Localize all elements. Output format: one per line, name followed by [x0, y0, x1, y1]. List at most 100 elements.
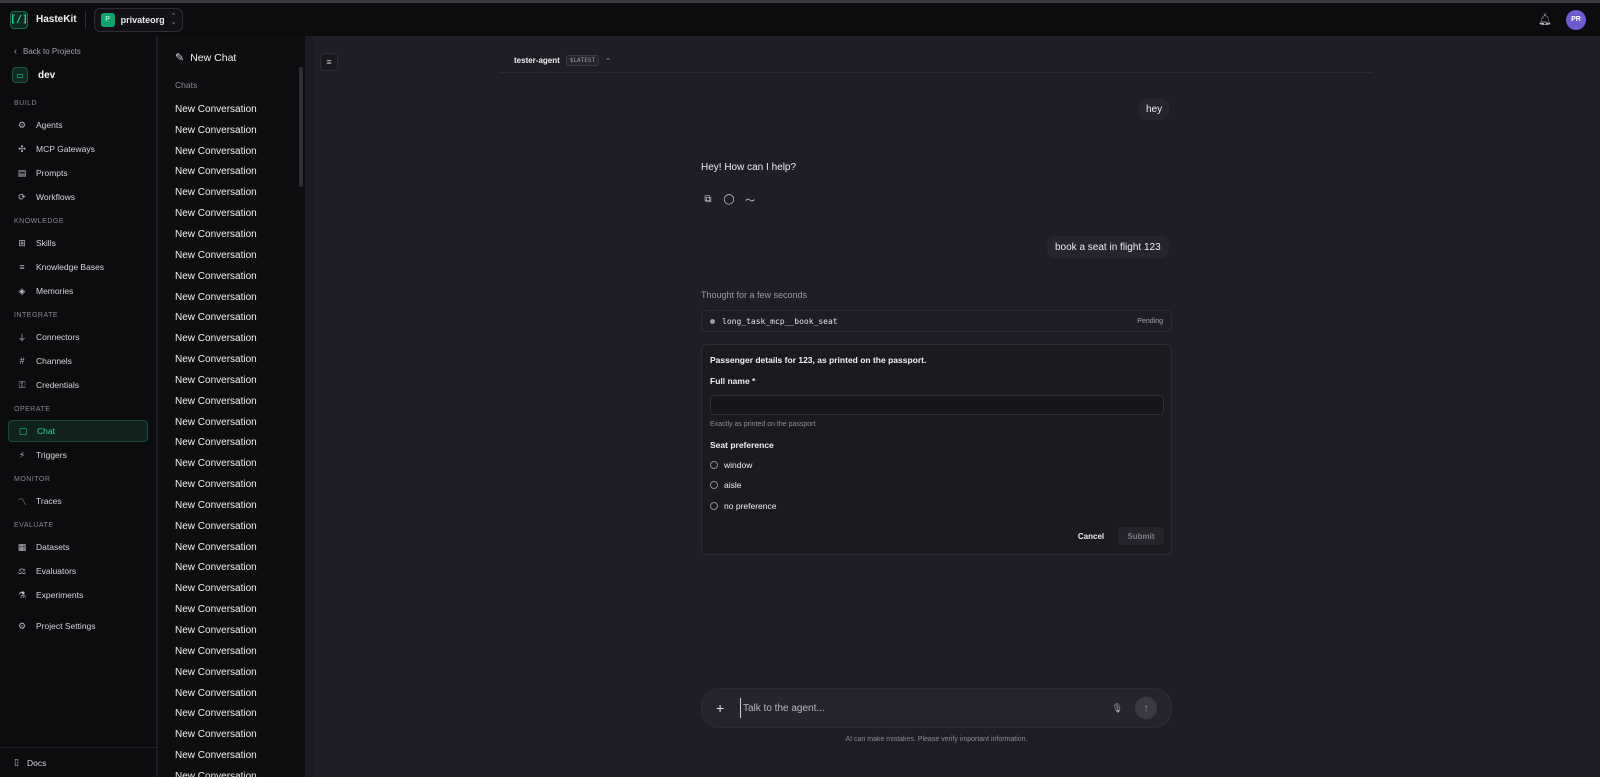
- chat-list-item[interactable]: New Conversation: [175, 391, 257, 412]
- chat-list-item[interactable]: New Conversation: [175, 141, 257, 162]
- chat-list-item[interactable]: New Conversation: [175, 412, 257, 433]
- chat-list-item[interactable]: New Conversation: [175, 245, 257, 266]
- chat-list-item[interactable]: New Conversation: [175, 662, 257, 683]
- bell-icon[interactable]: 🔔︎: [1538, 13, 1552, 26]
- sidebar-item-triggers[interactable]: ⚡︎ Triggers: [8, 444, 148, 466]
- passenger-form: Passenger details for 123, as printed on…: [701, 344, 1172, 555]
- sidebar-item-connectors[interactable]: ⏚ Connectors: [8, 326, 148, 348]
- flask-icon: ⚗: [17, 589, 27, 600]
- sidebar-item-mcp-gateways[interactable]: ✣ MCP Gateways: [8, 138, 148, 160]
- sidebar-item-channels[interactable]: # Channels: [8, 350, 148, 372]
- chat-list-item[interactable]: New Conversation: [175, 307, 257, 328]
- new-chat-button[interactable]: ✎ New Chat: [175, 51, 237, 65]
- chat-input[interactable]: [740, 698, 1110, 718]
- chat-list-item[interactable]: New Conversation: [175, 349, 257, 370]
- back-to-projects-link[interactable]: ‹ Back to Projects: [14, 46, 81, 56]
- radio-button[interactable]: [710, 481, 718, 489]
- plus-icon[interactable]: +: [716, 700, 728, 716]
- copy-icon[interactable]: ⧉: [701, 192, 715, 206]
- radio-button[interactable]: [710, 461, 718, 469]
- trend-icon: 〽: [17, 496, 27, 507]
- new-chat-label: New Chat: [190, 51, 237, 64]
- sidebar-item-agents[interactable]: ⚙ Agents: [8, 114, 148, 136]
- sidebar-item-evaluators[interactable]: ⚖ Evaluators: [8, 560, 148, 582]
- disclaimer: AI can make mistakes. Please verify impo…: [845, 736, 1028, 743]
- project-selector[interactable]: ▭ dev: [12, 67, 55, 83]
- option-label: no preference: [724, 501, 777, 511]
- chat-list-item[interactable]: New Conversation: [175, 474, 257, 495]
- chat-list-item[interactable]: New Conversation: [175, 724, 257, 745]
- chat-list-item[interactable]: New Conversation: [175, 620, 257, 641]
- sidebar-item-project-settings[interactable]: ⚙ Project Settings: [8, 615, 148, 637]
- layers-icon: ≡: [19, 262, 25, 272]
- chat-list-item[interactable]: New Conversation: [175, 224, 257, 245]
- sidebar-item-docs[interactable]: ▯ Docs: [0, 747, 157, 777]
- trace-icon[interactable]: 〜: [743, 192, 757, 207]
- sidebar-item-experiments[interactable]: ⚗ Experiments: [8, 584, 148, 606]
- sidebar-item-label: Prompts: [36, 168, 68, 178]
- chat-list-item[interactable]: New Conversation: [175, 328, 257, 349]
- chat-list-item[interactable]: New Conversation: [175, 558, 257, 579]
- chat-list-item[interactable]: New Conversation: [175, 537, 257, 558]
- logo-icon: [/]: [10, 10, 28, 29]
- chat-list-item[interactable]: New Conversation: [175, 162, 257, 183]
- chat-list-item[interactable]: New Conversation: [175, 599, 257, 620]
- sidebar-item-label: Evaluators: [36, 566, 77, 576]
- submit-button[interactable]: Submit: [1118, 527, 1164, 545]
- regenerate-icon[interactable]: ◯: [722, 192, 736, 206]
- grid-icon: ⊞: [18, 237, 26, 248]
- chat-list-item[interactable]: New Conversation: [175, 99, 257, 120]
- mic-icon[interactable]: 🎙︎: [1112, 703, 1123, 714]
- sidebar-item-label: Experiments: [36, 590, 84, 600]
- sidebar-item-chat[interactable]: ▢ Chat: [8, 420, 148, 442]
- folder-icon: ▭: [12, 67, 28, 83]
- chat-list-item[interactable]: New Conversation: [175, 453, 257, 474]
- chat-list-item[interactable]: New Conversation: [175, 683, 257, 704]
- chat-list-scrollbar[interactable]: [299, 67, 303, 187]
- avatar[interactable]: PR: [1566, 9, 1586, 30]
- sidebar-item-knowledge-bases[interactable]: ≡ Knowledge Bases: [8, 256, 148, 278]
- org-switcher[interactable]: P privateorg ⌃ ⌄: [93, 7, 184, 32]
- cancel-button[interactable]: Cancel: [1069, 527, 1113, 545]
- chat-list-item[interactable]: New Conversation: [175, 516, 257, 537]
- sidebar-item-traces[interactable]: 〽 Traces: [8, 490, 148, 512]
- app-name: HasteKit: [36, 14, 77, 25]
- sidebar-item-label: Agents: [36, 120, 63, 130]
- sidebar-item-prompts[interactable]: ▤ Prompts: [8, 162, 148, 184]
- agent-selector[interactable]: tester-agent $LATEST ⌃: [514, 55, 611, 66]
- chat-list-item[interactable]: New Conversation: [175, 578, 257, 599]
- status-badge: Pending: [1137, 317, 1163, 325]
- chat-list-item[interactable]: New Conversation: [175, 287, 257, 308]
- sidebar-item-workflows[interactable]: ⟳ Workflows: [8, 186, 148, 208]
- sidebar-item-skills[interactable]: ⊞ Skills: [8, 232, 148, 254]
- sidebar-item-datasets[interactable]: ▦ Datasets: [8, 536, 148, 558]
- chat-list-item[interactable]: New Conversation: [175, 703, 257, 724]
- chat-list-item[interactable]: New Conversation: [175, 495, 257, 516]
- full-name-field[interactable]: [710, 395, 1164, 415]
- chat-list-item[interactable]: New Conversation: [175, 370, 257, 391]
- chat-list-item[interactable]: New Conversation: [175, 766, 257, 777]
- tool-call-card[interactable]: long_task_mcp__book_seat Pending: [701, 310, 1172, 332]
- chats-heading: Chats: [175, 80, 198, 90]
- chat-list-item[interactable]: New Conversation: [175, 641, 257, 662]
- seat-option-window[interactable]: window: [710, 460, 752, 470]
- project-name: dev: [38, 69, 56, 81]
- chat-list-item[interactable]: New Conversation: [175, 182, 257, 203]
- sidebar-item-memories[interactable]: ◈ Memories: [8, 280, 148, 302]
- chat-list-item[interactable]: New Conversation: [175, 433, 257, 454]
- chat-list-item[interactable]: New Conversation: [175, 266, 257, 287]
- sidebar-toggle-icon[interactable]: ≡: [320, 53, 338, 71]
- sidebar-item-credentials[interactable]: ⚿ Credentials: [8, 374, 148, 396]
- section-build: BUILD: [14, 100, 38, 107]
- send-icon[interactable]: ↑: [1135, 697, 1157, 719]
- chat-list-item[interactable]: New Conversation: [175, 120, 257, 141]
- seat-preference-label: Seat preference: [710, 440, 774, 450]
- chat-list-item[interactable]: New Conversation: [175, 203, 257, 224]
- chat-list-item[interactable]: New Conversation: [175, 745, 257, 766]
- seat-option-no-preference[interactable]: no preference: [710, 501, 776, 511]
- logo[interactable]: [/] HasteKit: [10, 10, 77, 29]
- seat-option-aisle[interactable]: aisle: [710, 480, 741, 490]
- robot-icon: ⚙: [17, 119, 27, 130]
- radio-button[interactable]: [710, 502, 718, 510]
- thought-indicator[interactable]: Thought for a few seconds: [701, 290, 807, 300]
